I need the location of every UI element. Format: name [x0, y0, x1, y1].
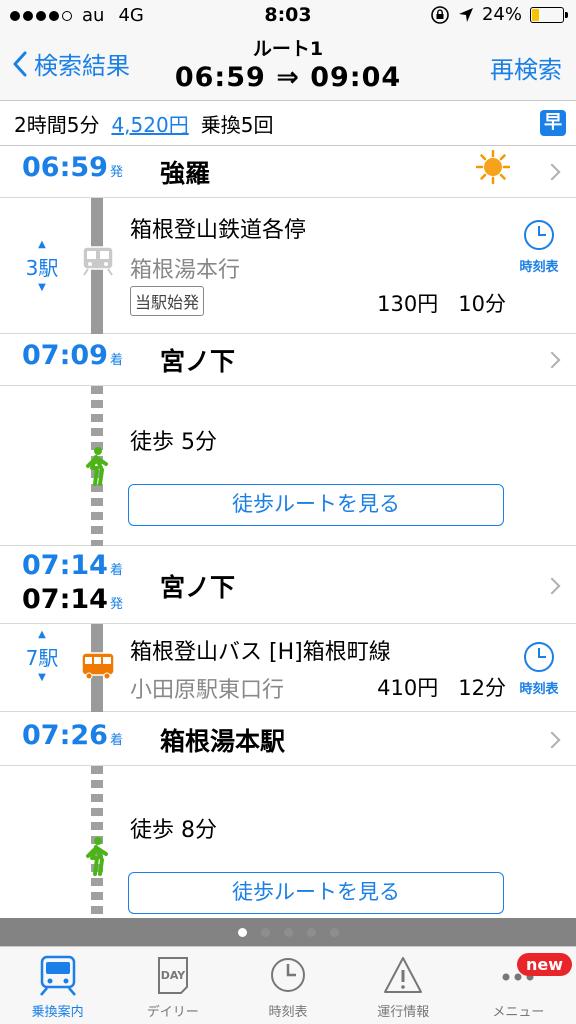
fare-duration: 410円 12分: [377, 672, 506, 702]
departure-time: 06:59 発: [22, 152, 123, 183]
tab-label: デイリー: [146, 1005, 199, 1020]
segment-fare: 410円: [377, 676, 439, 700]
tab-label: メニュー: [492, 1005, 545, 1020]
tab-menu[interactable]: メニュー new: [461, 947, 576, 1024]
battery-icon: [530, 6, 568, 23]
clock-icon: [271, 958, 305, 992]
expand-up-icon: ▲: [38, 239, 46, 250]
page-dot[interactable]: [329, 927, 339, 937]
arrival-time: 07:26 着: [22, 720, 123, 751]
segment-fare: 130円: [377, 292, 439, 316]
segment-bus: ▲ 7駅 ▼ 箱根登山バス [H]箱根町線 小田原駅東口行 410円 12分 時…: [0, 624, 576, 712]
arrival-time: 07:09 着: [22, 340, 123, 371]
segment-train: ▲ 3駅 ▼ 箱根登山鉄道各停 箱根湯本行 当駅始発 130円 10分 時刻表: [0, 198, 576, 334]
fastest-badge: 早: [540, 110, 566, 136]
station-row-miyanoshita-transfer[interactable]: 07:14 着 07:14 発 宮ノ下: [0, 546, 576, 624]
tab-transfer[interactable]: 乗換案内: [0, 947, 115, 1024]
stop-count: 7駅: [25, 646, 59, 670]
rotation-lock-icon: [431, 5, 449, 24]
chevron-right-icon: [543, 731, 561, 749]
page-dot[interactable]: [237, 927, 247, 937]
timetable-button[interactable]: 時刻表: [516, 218, 562, 275]
expand-down-icon: ▼: [38, 282, 46, 293]
expand-up-icon: ▲: [38, 629, 46, 640]
research-button[interactable]: 再検索: [490, 50, 562, 85]
station-row-gora[interactable]: 06:59 発 強羅: [0, 148, 576, 198]
segment-walk: 徒歩 5分 徒歩ルートを見る: [0, 386, 576, 546]
bus-icon: [81, 652, 115, 680]
page-dot[interactable]: [283, 927, 293, 937]
total-fare-link[interactable]: 4,520円: [111, 109, 188, 138]
clock-icon: [524, 642, 554, 672]
destination: 箱根湯本行: [130, 258, 241, 283]
itinerary-list[interactable]: 06:59 発 強羅 ▲ 3駅 ▼ 箱根登山鉄道各停 箱根湯本行 当駅始発 13…: [0, 148, 576, 918]
stops-toggle[interactable]: ▲ 3駅 ▼: [22, 238, 62, 295]
navigation-bar: 検索結果 ルート1 06:59 ⇒ 09:04 再検索: [0, 32, 576, 100]
tab-bar: 乗換案内 DAY デイリー 時刻表 運行情報 メニュー new: [0, 946, 576, 1024]
tab-timetable[interactable]: 時刻表: [230, 947, 345, 1024]
origin-station-tag: 当駅始発: [130, 286, 205, 316]
warning-icon: [384, 957, 423, 993]
transfer-count: 乗換5回: [200, 112, 274, 137]
departure-time: 07:14 発: [22, 584, 123, 615]
tab-daily[interactable]: DAY デイリー: [115, 947, 230, 1024]
expand-down-icon: ▼: [38, 672, 46, 683]
sun-icon: [476, 150, 510, 184]
walking-person-icon: [86, 447, 108, 486]
route-summary: 2時間5分 4,520円 乗換5回 早: [0, 100, 576, 146]
segment-duration: 10分: [458, 292, 506, 316]
timetable-button[interactable]: 時刻表: [516, 640, 562, 697]
view-walk-route-button[interactable]: 徒歩ルートを見る: [128, 872, 504, 914]
page-dot[interactable]: [306, 927, 316, 937]
stop-count: 3駅: [25, 256, 59, 280]
status-bar: au 4G 8:03 24%: [0, 0, 576, 32]
station-name: 宮ノ下: [160, 573, 236, 602]
walk-duration: 徒歩 8分: [130, 818, 217, 843]
station-name: 箱根湯本駅: [160, 727, 286, 756]
page-indicator[interactable]: [0, 918, 576, 946]
tab-label: 時刻表: [268, 1005, 308, 1020]
station-name: 宮ノ下: [160, 347, 236, 376]
clock-icon: [524, 220, 554, 250]
page-dot[interactable]: [260, 927, 270, 937]
station-row-hakone-yumoto[interactable]: 07:26 着 箱根湯本駅: [0, 712, 576, 766]
battery-percent: 24%: [481, 4, 522, 25]
timetable-label: 時刻表: [519, 260, 559, 275]
svg-text:DAY: DAY: [161, 969, 187, 982]
total-duration: 2時間5分: [14, 112, 100, 137]
segment-duration: 12分: [458, 676, 506, 700]
timetable-label: 時刻表: [519, 682, 559, 697]
walk-duration: 徒歩 5分: [130, 430, 217, 455]
chevron-right-icon: [543, 577, 561, 595]
location-arrow-icon: [458, 7, 473, 22]
train-front-icon: [39, 955, 76, 996]
line-name: 箱根登山鉄道各停: [130, 218, 307, 243]
station-name: 強羅: [160, 159, 211, 188]
status-right: 24%: [430, 4, 568, 25]
station-row-miyanoshita[interactable]: 07:09 着 宮ノ下: [0, 334, 576, 386]
new-badge: new: [516, 953, 573, 976]
chevron-right-icon: [543, 351, 561, 369]
line-name: 箱根登山バス [H]箱根町線: [130, 640, 391, 665]
stops-toggle[interactable]: ▲ 7駅 ▼: [22, 628, 62, 685]
segment-walk: 徒歩 8分 徒歩ルートを見る: [0, 766, 576, 918]
tab-label: 運行情報: [377, 1005, 430, 1020]
chevron-right-icon: [543, 163, 561, 181]
tab-label: 乗換案内: [31, 1005, 84, 1020]
destination: 小田原駅東口行: [130, 678, 285, 703]
walking-person-icon: [86, 837, 108, 876]
fare-duration: 130円 10分: [377, 288, 506, 318]
train-icon: [82, 246, 114, 276]
tab-service-info[interactable]: 運行情報: [346, 947, 461, 1024]
view-walk-route-button[interactable]: 徒歩ルートを見る: [128, 484, 504, 526]
arrival-time: 07:14 着: [22, 550, 123, 581]
calendar-day-icon: DAY: [157, 957, 188, 994]
